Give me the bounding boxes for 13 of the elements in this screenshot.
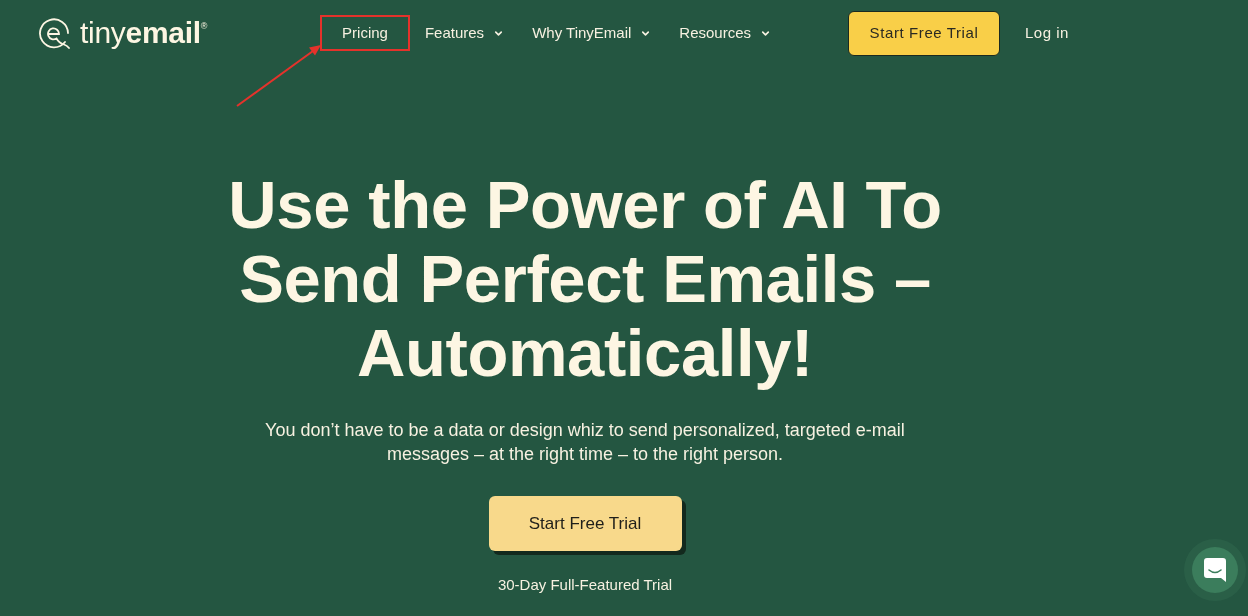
nav-link[interactable]: Pricing (320, 14, 410, 52)
trial-note: 30-Day Full-Featured Trial (497, 575, 673, 595)
logo-icon (38, 17, 70, 49)
logo-wordmark[interactable]: tinyemail$^{®}$ (80, 18, 208, 48)
nav-link[interactable]: Resources (666, 14, 784, 52)
login-link[interactable]: Log in (1025, 21, 1069, 45)
nav-link[interactable]: Why TinyEmail (519, 14, 665, 52)
nav-link[interactable]: Features (411, 14, 518, 52)
start-trial-button[interactable]: Start Free Trial (848, 10, 1000, 56)
hero-subheadline: You don’t have to be a data or design whiz to send personalized, targeted e-mail messages – at the right time – to the right person. (264, 419, 906, 466)
chat-button[interactable] (1192, 547, 1238, 593)
chat-icon (1204, 558, 1226, 582)
hero-headline: Use the Power of AI To Send Perfect Emails – Automatically! (227, 168, 943, 390)
